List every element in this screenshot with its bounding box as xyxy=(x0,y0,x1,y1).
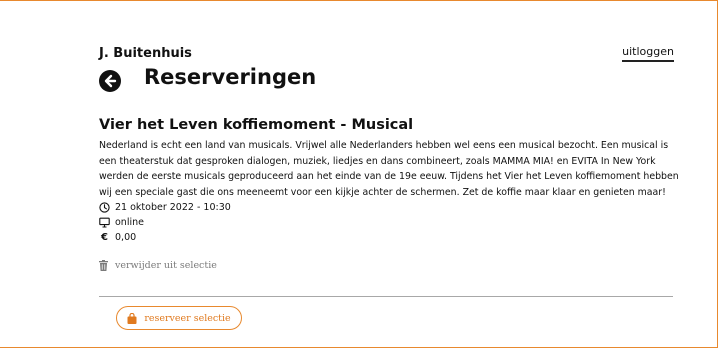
clock-icon xyxy=(99,202,110,213)
remove-label: verwijder uit selectie xyxy=(115,260,217,271)
event-description: Nederland is echt een land van musicals.… xyxy=(99,140,679,198)
page-title: Reserveringen xyxy=(144,65,317,89)
reserve-label: reserveer selectie xyxy=(144,312,231,324)
event-date-row: 21 oktober 2022 - 10:30 xyxy=(99,202,231,213)
event-title: Vier het Leven koffiemoment - Musical xyxy=(99,117,414,133)
arrow-left-circle-icon[interactable] xyxy=(99,70,121,92)
user-name: J. Buitenhuis xyxy=(99,46,192,61)
euro-icon: € xyxy=(101,232,108,243)
shopping-bag-icon xyxy=(127,312,137,324)
event-location-row: online xyxy=(99,217,144,228)
event-date: 21 oktober 2022 - 10:30 xyxy=(115,202,231,213)
trash-icon xyxy=(99,260,108,271)
section-divider xyxy=(99,296,673,297)
reserve-selection-button[interactable]: reserveer selectie xyxy=(116,306,242,330)
event-location: online xyxy=(115,217,144,228)
remove-from-selection-button[interactable]: verwijder uit selectie xyxy=(99,260,217,271)
logout-link[interactable]: uitloggen xyxy=(622,45,674,62)
event-price: 0,00 xyxy=(115,232,137,243)
event-price-row: € 0,00 xyxy=(99,232,136,243)
monitor-icon xyxy=(99,217,110,228)
